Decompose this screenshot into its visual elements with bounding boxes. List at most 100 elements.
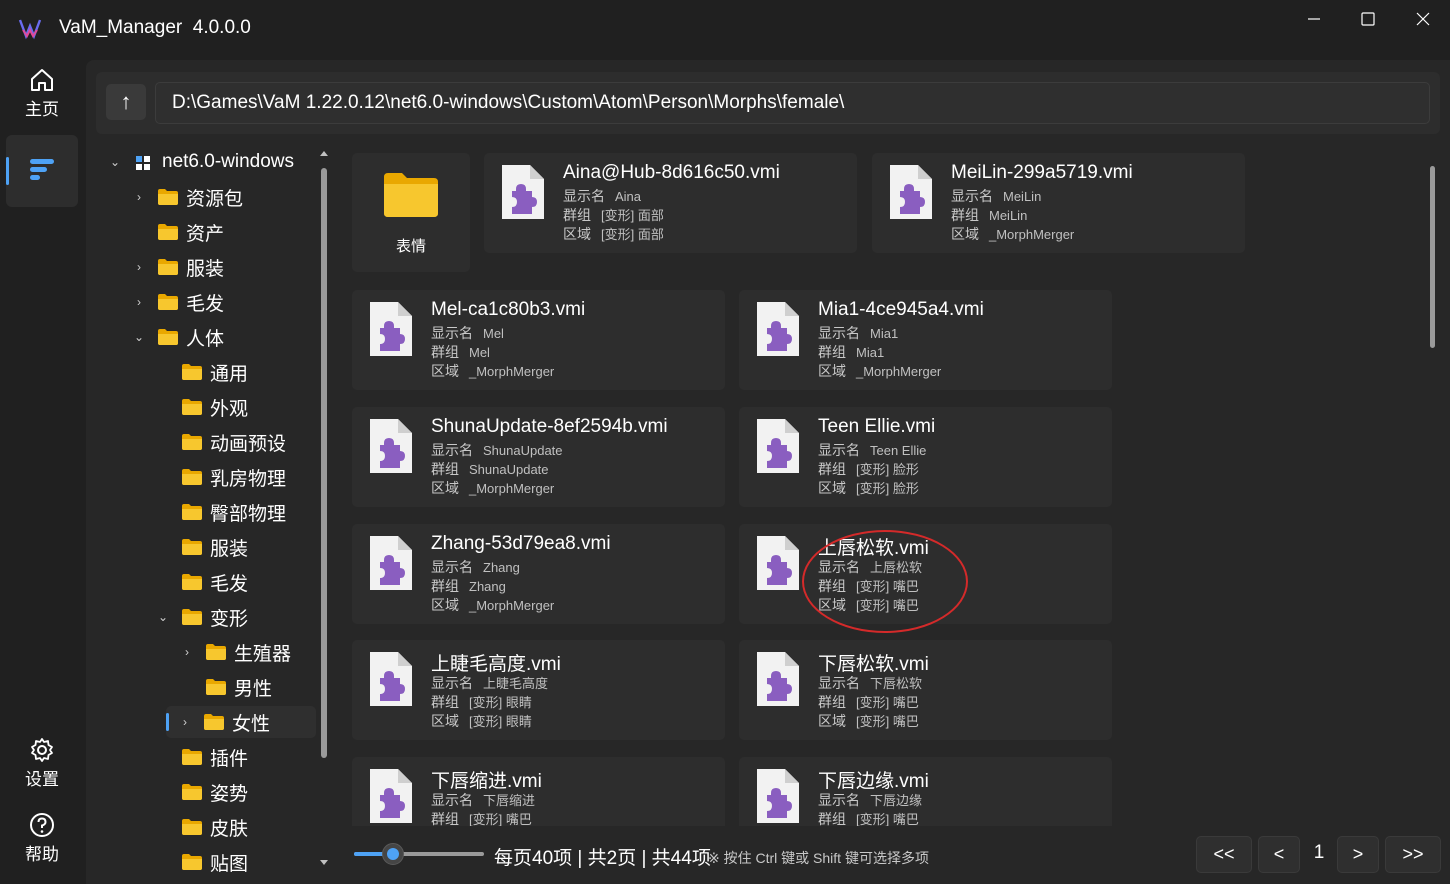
tree-item-label: 臀部物理: [210, 503, 287, 525]
chevron-right-icon[interactable]: ›: [132, 190, 146, 204]
tree-item[interactable]: 动画预设: [144, 426, 318, 458]
tree-item[interactable]: ⌄ net6.0-windows: [96, 146, 318, 178]
file-card[interactable]: Mel-ca1c80b3.vmi 显示名 Mel 群组 Mel 区域 _MorphMerge…: [352, 290, 725, 390]
chevron-down-icon[interactable]: ⌄: [108, 155, 122, 169]
file-card[interactable]: 下唇松软.vmi 显示名 下唇松软 群组 [变形] 嘴巴 区域 [变形] 嘴巴: [739, 640, 1112, 740]
meta-key: 区域: [563, 226, 591, 242]
file-card-title: ShunaUpdate-8ef2594b.vmi: [431, 416, 668, 437]
folder-icon: [182, 574, 202, 590]
tree-item-label: 通用: [210, 363, 249, 385]
minimize-button[interactable]: [1291, 6, 1337, 32]
prev-page-button[interactable]: <: [1258, 836, 1300, 873]
chevron-down-icon[interactable]: ⌄: [156, 610, 170, 624]
file-grid: Aina@Hub-8d616c50.vmi 显示名 Aina 群组 [变形] 面部 区域[…: [340, 146, 1430, 826]
maximize-button[interactable]: [1345, 6, 1391, 32]
tree-item[interactable]: ⌄ 变形: [144, 601, 318, 633]
file-card-region: 区域 [变形] 嘴巴: [818, 711, 919, 731]
grid-scrollbar-thumb[interactable]: [1430, 166, 1435, 348]
file-card-display: 显示名 Mia1: [818, 323, 898, 343]
tree-item[interactable]: 毛发: [144, 566, 318, 598]
file-card-group: 群组 ShunaUpdate: [431, 459, 549, 479]
tree-item[interactable]: › 服装: [120, 251, 318, 283]
file-card[interactable]: Zhang-53d79ea8.vmi 显示名 Zhang 群组 Zhang 区域 _Morp…: [352, 524, 725, 624]
meta-value: [变形] 脸形: [856, 462, 919, 477]
tree-item[interactable]: 贴图: [144, 846, 318, 876]
folder-icon: [182, 609, 202, 625]
meta-value: 下唇边缘: [870, 793, 923, 808]
meta-value: [变形] 嘴巴: [469, 812, 532, 826]
nav-settings[interactable]: 设置: [6, 732, 78, 804]
tree-item[interactable]: 插件: [144, 741, 318, 773]
file-card[interactable]: 下唇边缘.vmi显示名下唇边缘群组[变形] 嘴巴区域[变形] 嘴巴: [739, 757, 1112, 826]
tree-item-label: 外观: [210, 398, 249, 420]
meta-value: Aina: [615, 189, 642, 204]
path-input[interactable]: [155, 82, 1430, 124]
chevron-right-icon[interactable]: ›: [178, 715, 192, 729]
file-card-title: Mel-ca1c80b3.vmi: [431, 299, 586, 320]
tree-item[interactable]: 皮肤: [144, 811, 318, 843]
folder-icon: [182, 434, 202, 450]
file-card[interactable]: Teen Ellie.vmi 显示名 Teen Ellie 群组 [变形] 脸形 区域 [变…: [739, 407, 1112, 507]
home-icon: [31, 69, 53, 91]
morph-file-icon: [888, 163, 934, 221]
tree-item[interactable]: 外观: [144, 391, 318, 423]
tree-item[interactable]: › 女性: [166, 706, 316, 738]
tree-item[interactable]: › 生殖器: [168, 636, 318, 668]
up-directory-button[interactable]: ↑: [106, 84, 146, 120]
folder-icon: [158, 259, 178, 275]
file-card[interactable]: ShunaUpdate-8ef2594b.vmi 显示名 ShunaUpdate 群组…: [352, 407, 725, 507]
close-button[interactable]: [1400, 6, 1446, 32]
tree-item[interactable]: › 毛发: [120, 286, 318, 318]
meta-value: 下唇缩进: [483, 793, 536, 808]
file-card-region: 区域 _MorphMerger: [818, 361, 941, 381]
file-card-display: 显示名 ShunaUpdate: [431, 440, 563, 460]
file-card-title: 上睫毛高度.vmi: [431, 654, 561, 675]
tree-item[interactable]: 姿势: [144, 776, 318, 808]
meta-key: 群组: [818, 461, 846, 477]
file-card[interactable]: MeiLin-299a5719.vmi 显示名 MeiLin 群组 MeiLin 区域 _M…: [872, 153, 1245, 253]
file-card[interactable]: Mia1-4ce945a4.vmi 显示名 Mia1 群组 Mia1 区域 _MorphMe…: [739, 290, 1112, 390]
chevron-right-icon[interactable]: ›: [132, 260, 146, 274]
tree-item-label: 乳房物理: [210, 468, 287, 490]
next-page-button[interactable]: >: [1337, 836, 1379, 873]
meta-value: 上睫毛高度: [483, 676, 549, 691]
nav-help[interactable]: 帮助: [6, 807, 78, 879]
morph-file-icon: [755, 534, 801, 592]
morph-file-icon: [755, 650, 801, 708]
tree-scrollbar-thumb[interactable]: [321, 168, 327, 758]
last-page-button[interactable]: >>: [1385, 836, 1441, 873]
file-card[interactable]: 上睫毛高度.vmi 显示名 上睫毛高度 群组 [变形] 眼睛 区域 [变形] 眼睛: [352, 640, 725, 740]
file-card-group: 群组 MeiLin: [951, 205, 1027, 225]
chevron-right-icon[interactable]: ›: [180, 645, 194, 659]
tree-item[interactable]: 资产: [120, 216, 318, 248]
tree-item[interactable]: 服装: [144, 531, 318, 563]
meta-value: Mia1: [856, 345, 885, 360]
file-card-group: 群组 [变形] 面部: [563, 205, 664, 225]
tree-item[interactable]: 男性: [168, 671, 318, 703]
folder-icon: [158, 224, 178, 240]
tree-item[interactable]: 臀部物理: [144, 496, 318, 528]
folder-icon: [158, 189, 178, 205]
nav-home[interactable]: 主页: [6, 62, 78, 134]
tree-item[interactable]: ⌄ 人体: [120, 321, 318, 353]
zoom-slider-thumb[interactable]: [382, 843, 404, 865]
folder-tree: ⌄ net6.0-windows › 资源包 资产 › 服装 › 毛发 ⌄ 人体 通用 外观 动画预设 乳房…: [96, 146, 336, 876]
tree-item[interactable]: 通用: [144, 356, 318, 388]
meta-value: ShunaUpdate: [469, 462, 549, 477]
tree-item[interactable]: 乳房物理: [144, 461, 318, 493]
minimize-icon: [1308, 18, 1320, 20]
file-card[interactable]: 下唇缩进.vmi显示名下唇缩进群组[变形] 嘴巴区域[变形] 嘴巴: [352, 757, 725, 826]
chevron-right-icon[interactable]: ›: [132, 295, 146, 309]
chevron-down-icon[interactable]: ⌄: [132, 330, 146, 344]
morph-file-icon: [368, 650, 414, 708]
meta-key: 显示名: [818, 442, 860, 458]
folder-icon: [182, 784, 202, 800]
tree-item[interactable]: › 资源包: [120, 181, 318, 213]
folder-icon: [182, 504, 202, 520]
annotation-circle: [802, 530, 968, 633]
morph-file-icon: [755, 300, 801, 358]
file-card-group: 群组 [变形] 眼睛: [431, 692, 532, 712]
nav-library[interactable]: [6, 135, 78, 207]
file-card[interactable]: Aina@Hub-8d616c50.vmi 显示名 Aina 群组 [变形] 面部 区域 […: [484, 153, 857, 253]
first-page-button[interactable]: <<: [1196, 836, 1252, 873]
